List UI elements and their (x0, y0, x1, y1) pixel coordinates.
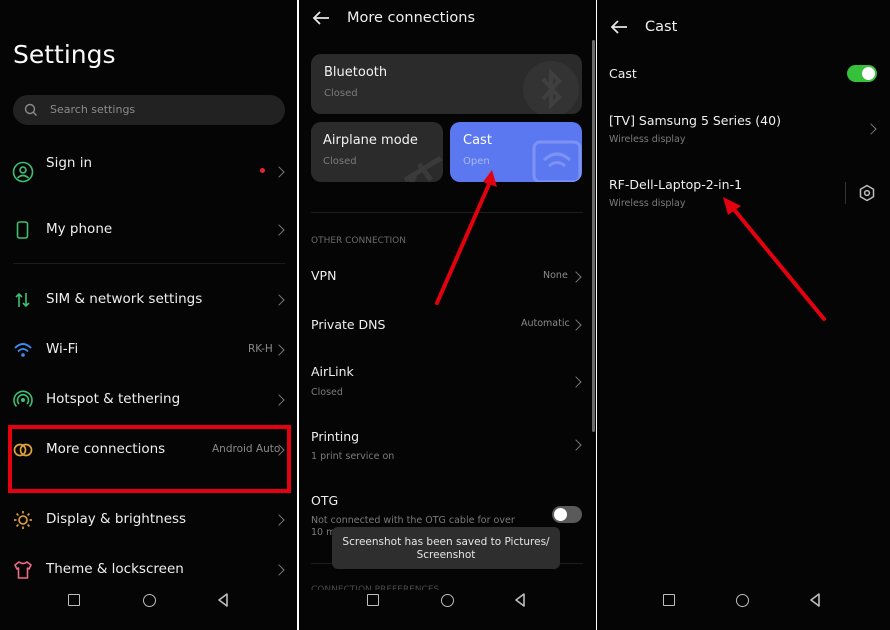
annotation-arrows (435, 170, 826, 321)
arrow-to-dell-device (723, 197, 826, 321)
arrow-to-cast-tile (435, 170, 497, 305)
